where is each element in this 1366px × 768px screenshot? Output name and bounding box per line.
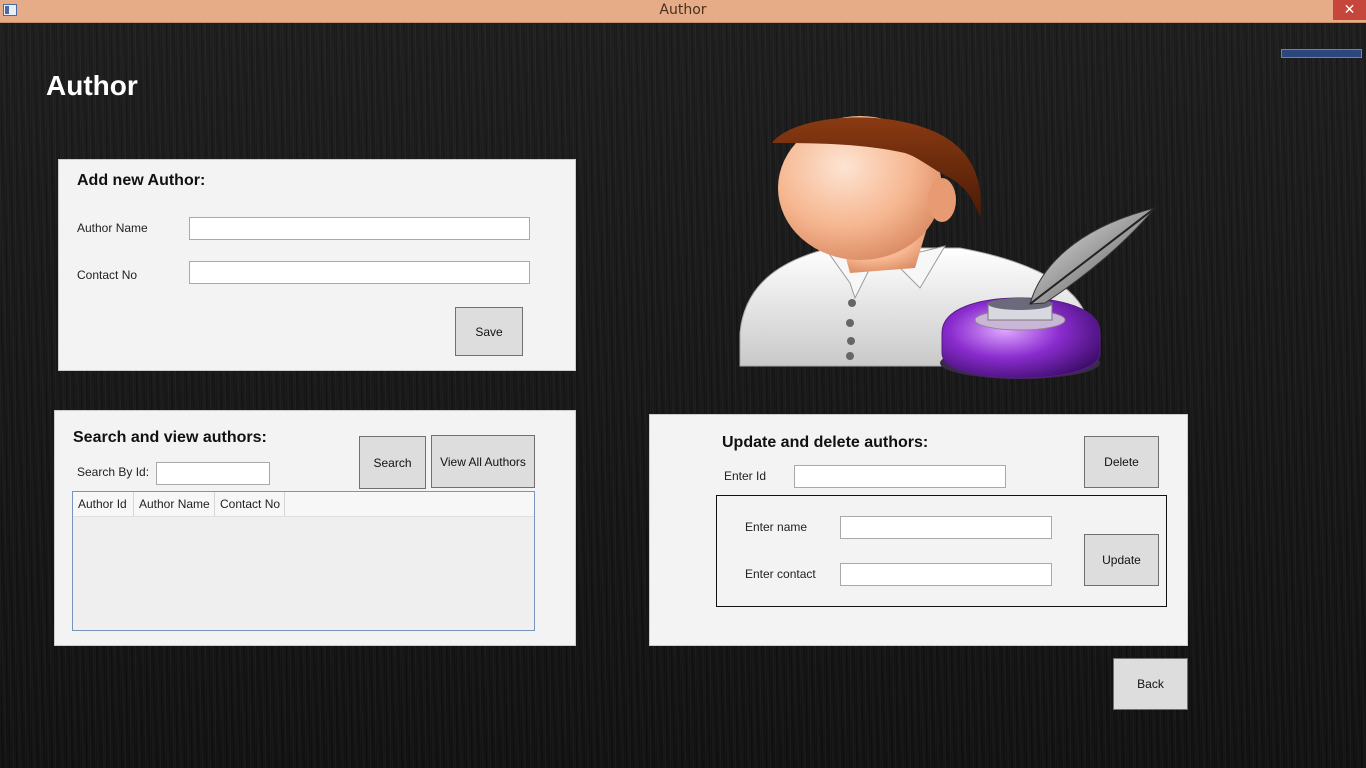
enter-id-input[interactable]	[794, 465, 1006, 488]
column-contact-no[interactable]: Contact No	[215, 492, 285, 516]
update-button[interactable]: Update	[1084, 534, 1159, 586]
delete-button[interactable]: Delete	[1084, 436, 1159, 488]
enter-name-label: Enter name	[745, 520, 808, 534]
update-authors-panel: Update and delete authors: Enter Id Dele…	[649, 414, 1188, 646]
update-authors-heading: Update and delete authors:	[722, 434, 929, 451]
page-title: Author	[46, 70, 138, 101]
add-author-heading: Add new Author:	[77, 172, 206, 189]
enter-contact-input[interactable]	[840, 563, 1052, 586]
enter-id-label: Enter Id	[724, 469, 767, 483]
authors-table[interactable]: Author Id Author Name Contact No	[72, 491, 535, 631]
search-button[interactable]: Search	[359, 436, 426, 489]
overlay-indicator	[1281, 49, 1362, 58]
contact-no-label: Contact No	[77, 268, 138, 282]
author-name-input[interactable]	[189, 217, 530, 240]
back-button[interactable]: Back	[1113, 658, 1188, 710]
search-authors-panel: Search and view authors: Search By Id: S…	[54, 410, 576, 646]
enter-contact-label: Enter contact	[745, 567, 816, 581]
column-author-id[interactable]: Author Id	[73, 492, 134, 516]
author-name-label: Author Name	[77, 221, 148, 235]
enter-name-input[interactable]	[840, 516, 1052, 539]
authors-table-header: Author Id Author Name Contact No	[73, 492, 534, 517]
close-icon: ✕	[1343, 2, 1356, 18]
author-with-quill-illustration	[739, 116, 1157, 379]
search-by-id-input[interactable]	[156, 462, 270, 485]
column-author-name[interactable]: Author Name	[134, 492, 215, 516]
view-all-authors-button[interactable]: View All Authors	[431, 435, 535, 488]
search-authors-heading: Search and view authors:	[73, 429, 267, 446]
close-button[interactable]: ✕	[1333, 0, 1366, 20]
title-bar: Author ✕	[0, 0, 1366, 23]
save-button[interactable]: Save	[455, 307, 523, 356]
search-by-id-label: Search By Id:	[77, 465, 150, 479]
update-fields-group: Enter name Enter contact Update	[716, 495, 1167, 607]
contact-no-input[interactable]	[189, 261, 530, 284]
add-author-panel: Add new Author: Author Name Contact No S…	[58, 159, 576, 371]
window-title: Author	[659, 2, 707, 18]
